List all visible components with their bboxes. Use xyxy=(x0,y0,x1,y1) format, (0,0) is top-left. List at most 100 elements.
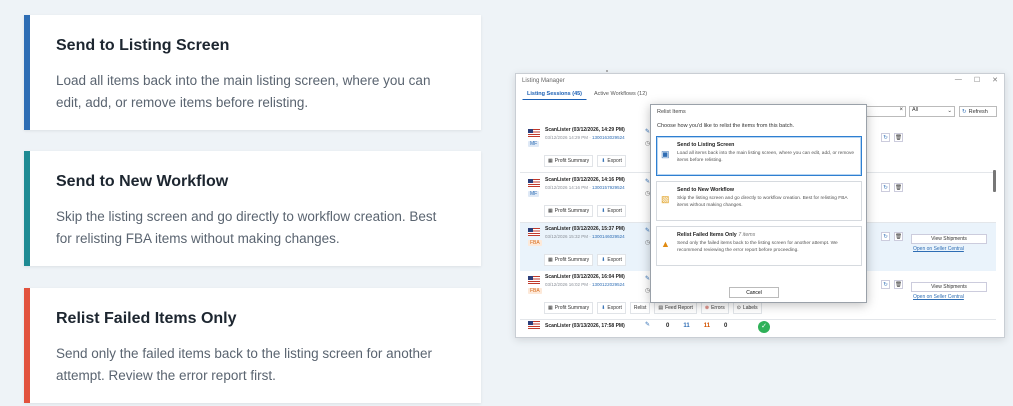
cancel-button[interactable]: Cancel xyxy=(729,287,779,298)
maximize-icon[interactable]: ☐ xyxy=(974,76,980,84)
refresh-row-icon[interactable]: ↻ xyxy=(881,133,890,142)
errors-button[interactable]: ⊗ Errors xyxy=(700,302,729,314)
failed-count: 7 items xyxy=(738,232,756,238)
row-actions: ↻ 🗑 xyxy=(881,183,903,192)
row-buttons: ▦ Profit Summary ⬇ Export xyxy=(544,205,626,217)
feed-report-button[interactable]: ▤ Feed Report xyxy=(654,302,697,314)
listing-screen-icon: ▣ xyxy=(661,149,670,159)
session-id[interactable]: 1300146029524 xyxy=(592,234,625,239)
mf-badge: MF xyxy=(528,191,540,197)
refresh-row-icon[interactable]: ↻ xyxy=(881,183,890,192)
relist-label: Relist xyxy=(633,305,647,311)
tab-active-workflows[interactable]: Active Workflows (12) xyxy=(589,88,652,100)
option-title-text: Relist Failed Items Only xyxy=(677,232,737,238)
option-card-relist-failed[interactable]: Relist Failed Items Only Send only the f… xyxy=(24,288,481,403)
fba-badge: FBA xyxy=(528,288,542,294)
refresh-icon: ↻ xyxy=(962,108,967,115)
accent-bar xyxy=(24,288,30,403)
search-input[interactable]: × xyxy=(866,106,906,117)
view-shipments-button[interactable]: View Shipments xyxy=(911,234,987,244)
profit-summary-label: Profit Summary xyxy=(554,305,590,311)
labels-label: Labels xyxy=(742,305,758,311)
minimize-icon[interactable]: — xyxy=(955,76,962,84)
card-title: Send to Listing Screen xyxy=(56,37,230,54)
profit-summary-button[interactable]: ▦ Profit Summary xyxy=(544,302,594,314)
view-shipments-button[interactable]: View Shipments xyxy=(911,282,987,292)
delete-icon[interactable]: 🗑 xyxy=(894,183,903,192)
option-title: Send to Listing Screen xyxy=(677,142,734,148)
session-id[interactable]: 1300157929524 xyxy=(592,185,625,190)
option-title: Send to New Workflow xyxy=(677,187,734,193)
refresh-button[interactable]: ↻ Refresh xyxy=(959,106,997,117)
card-description: Load all items back into the main listin… xyxy=(56,73,431,110)
download-icon: ⬇ xyxy=(601,208,606,214)
option-description: Send only the failed items back to the l… xyxy=(677,241,838,253)
dialog-title: Relist Items xyxy=(657,109,686,115)
session-title: ScanLister (03/12/2026, 14:29 PM) xyxy=(545,127,625,133)
close-icon[interactable]: ✕ xyxy=(992,76,998,84)
refresh-row-icon[interactable]: ↻ xyxy=(881,232,890,241)
us-flag-icon xyxy=(528,321,540,329)
option-description: Skip the listing screen and go directly … xyxy=(677,196,848,208)
option-new-workflow[interactable]: ▧ Send to New Workflow Skip the listing … xyxy=(656,181,862,221)
profit-summary-button[interactable]: ▦ Profit Summary xyxy=(544,254,594,266)
delete-icon[interactable]: 🗑 xyxy=(894,280,903,289)
seller-central-link[interactable]: Open on Seller Central xyxy=(913,294,964,300)
decorative-dot xyxy=(606,70,608,72)
option-listing-screen[interactable]: ▣ Send to Listing Screen Load all items … xyxy=(656,136,862,176)
session-subtitle: 03/12/2026 16:02 PM · 1300122029524 xyxy=(545,282,625,287)
session-row[interactable]: ScanLister (03/13/2026, 17:58 PM) ✎ 0 11… xyxy=(520,318,996,337)
filter-select[interactable]: All ⌄ xyxy=(909,106,955,117)
profit-summary-button[interactable]: ▦ Profit Summary xyxy=(544,155,594,167)
warning-icon: ▲ xyxy=(661,239,670,249)
option-description: Load all items back into the main listin… xyxy=(677,151,855,163)
summary-icon: ▦ xyxy=(548,208,553,214)
errors-label: Errors xyxy=(711,305,725,311)
accent-bar xyxy=(24,15,30,130)
tab-listing-sessions[interactable]: Listing Sessions (45) xyxy=(522,88,588,100)
summary-icon: ▦ xyxy=(548,305,553,311)
edit-icon[interactable]: ✎ xyxy=(645,321,650,328)
option-card-new-workflow[interactable]: Send to New Workflow Skip the listing sc… xyxy=(24,151,481,266)
delete-icon[interactable]: 🗑 xyxy=(894,232,903,241)
option-title-text: Send to New Workflow xyxy=(677,187,734,193)
session-title: ScanLister (03/12/2026, 14:16 PM) xyxy=(545,177,625,183)
profit-summary-label: Profit Summary xyxy=(554,158,590,164)
export-button[interactable]: ⬇ Export xyxy=(597,155,626,167)
session-title: ScanLister (03/12/2026, 15:37 PM) xyxy=(545,226,625,232)
tab-bar: Listing Sessions (45) Active Workflows (… xyxy=(522,88,652,100)
clear-search-icon[interactable]: × xyxy=(899,107,903,113)
relist-button[interactable]: Relist xyxy=(629,302,651,314)
seller-central-link[interactable]: Open on Seller Central xyxy=(913,246,964,252)
export-button[interactable]: ⬇ Export xyxy=(597,302,626,314)
export-label: Export xyxy=(607,257,622,263)
row-buttons: ▦ Profit Summary ⬇ Export Relist ▤ Feed Rep… xyxy=(544,302,762,314)
option-card-listing-screen[interactable]: Send to Listing Screen Load all items ba… xyxy=(24,15,481,130)
option-title: Relist Failed Items Only 7 items xyxy=(677,232,755,238)
error-icon: ⊗ xyxy=(704,305,710,311)
dialog-prompt: Choose how you'd like to relist the item… xyxy=(657,123,795,129)
summary-icon: ▦ xyxy=(548,257,553,263)
filter-value: All xyxy=(912,107,919,113)
session-id[interactable]: 1300122029524 xyxy=(592,282,625,287)
refresh-row-icon[interactable]: ↻ xyxy=(881,280,890,289)
labels-button[interactable]: ⊙ Labels xyxy=(732,302,762,314)
card-description: Send only the failed items back to the l… xyxy=(56,346,432,383)
refresh-label: Refresh xyxy=(968,108,988,115)
profit-summary-button[interactable]: ▦ Profit Summary xyxy=(544,205,594,217)
count-failed: 0 xyxy=(724,323,728,329)
row-actions: ↻ 🗑 xyxy=(881,280,903,289)
export-label: Export xyxy=(607,305,622,311)
session-date: 03/12/2026 14:29 PM · xyxy=(545,135,593,140)
export-button[interactable]: ⬇ Export xyxy=(597,254,626,266)
export-button[interactable]: ⬇ Export xyxy=(597,205,626,217)
download-icon: ⬇ xyxy=(601,257,606,263)
feed-report-label: Feed Report xyxy=(665,305,693,311)
chevron-down-icon: ⌄ xyxy=(947,108,952,114)
option-relist-failed[interactable]: ▲ Relist Failed Items Only 7 items Send … xyxy=(656,226,862,266)
delete-icon[interactable]: 🗑 xyxy=(894,133,903,142)
card-title: Relist Failed Items Only xyxy=(56,310,237,327)
window-title: Listing Manager xyxy=(522,78,565,84)
session-id[interactable]: 1300163029524 xyxy=(592,135,625,140)
scrollbar[interactable] xyxy=(993,170,996,192)
